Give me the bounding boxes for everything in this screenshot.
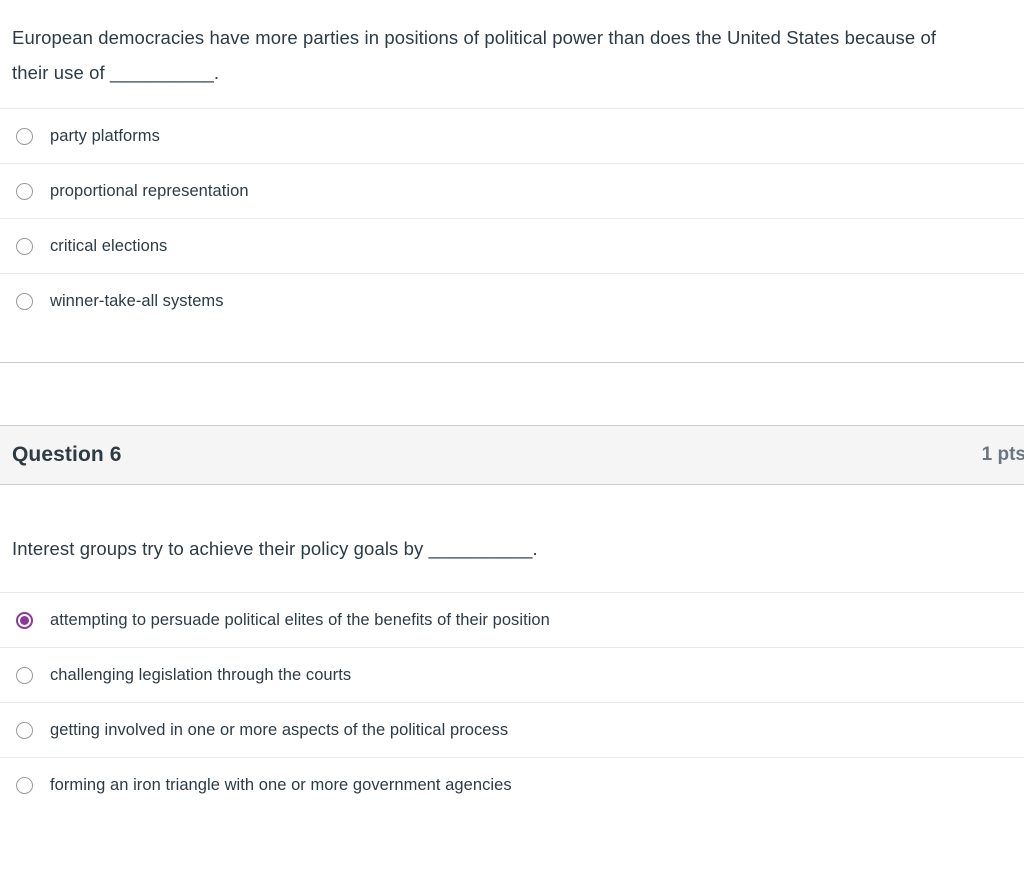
answer-option-row[interactable]: critical elections <box>0 218 1024 273</box>
question-points-badge: 1 pts <box>981 444 1024 465</box>
answer-option-label: critical elections <box>50 237 168 255</box>
radio-button-selected-icon[interactable] <box>16 611 33 629</box>
question-title: Question 6 <box>12 443 122 466</box>
question-block-5: European democracies have more parties i… <box>0 0 1024 363</box>
radio-button-icon[interactable] <box>16 182 33 200</box>
answer-option-row[interactable]: getting involved in one or more aspects … <box>0 702 1024 757</box>
answer-option-row[interactable]: challenging legislation through the cour… <box>0 647 1024 702</box>
answer-options-list: attempting to persuade political elites … <box>0 592 1024 812</box>
answer-option-label: winner-take-all systems <box>50 292 224 310</box>
answer-option-row[interactable]: winner-take-all systems <box>0 273 1024 328</box>
answer-options-list: party platforms proportional representat… <box>0 108 1024 328</box>
answer-option-label: getting involved in one or more aspects … <box>50 721 509 739</box>
radio-button-icon[interactable] <box>16 292 33 310</box>
radio-button-icon[interactable] <box>16 666 33 684</box>
question-prompt: European democracies have more parties i… <box>12 27 937 83</box>
answer-option-row[interactable]: proportional representation <box>0 163 1024 218</box>
answer-option-row[interactable]: party platforms <box>0 108 1024 163</box>
answer-option-row[interactable]: forming an iron triangle with one or mor… <box>0 757 1024 812</box>
answer-option-row[interactable]: attempting to persuade political elites … <box>0 592 1024 647</box>
answer-option-label: proportional representation <box>50 182 249 200</box>
radio-button-icon[interactable] <box>16 237 33 255</box>
question-block-6: Question 6 1 pts Interest groups try to … <box>0 425 1024 812</box>
radio-button-icon[interactable] <box>16 721 33 739</box>
answer-option-label: forming an iron triangle with one or mor… <box>50 776 512 794</box>
question-prompt: Interest groups try to achieve their pol… <box>12 538 538 559</box>
answer-option-label: party platforms <box>50 127 160 145</box>
question-spacer <box>0 363 1024 425</box>
question-header: Question 6 1 pts <box>0 425 1024 485</box>
radio-button-icon[interactable] <box>16 127 33 145</box>
radio-button-icon[interactable] <box>16 776 33 794</box>
answer-option-label: attempting to persuade political elites … <box>50 611 550 629</box>
answer-option-label: challenging legislation through the cour… <box>50 666 352 684</box>
quiz-questions-list: European democracies have more parties i… <box>0 0 1024 812</box>
